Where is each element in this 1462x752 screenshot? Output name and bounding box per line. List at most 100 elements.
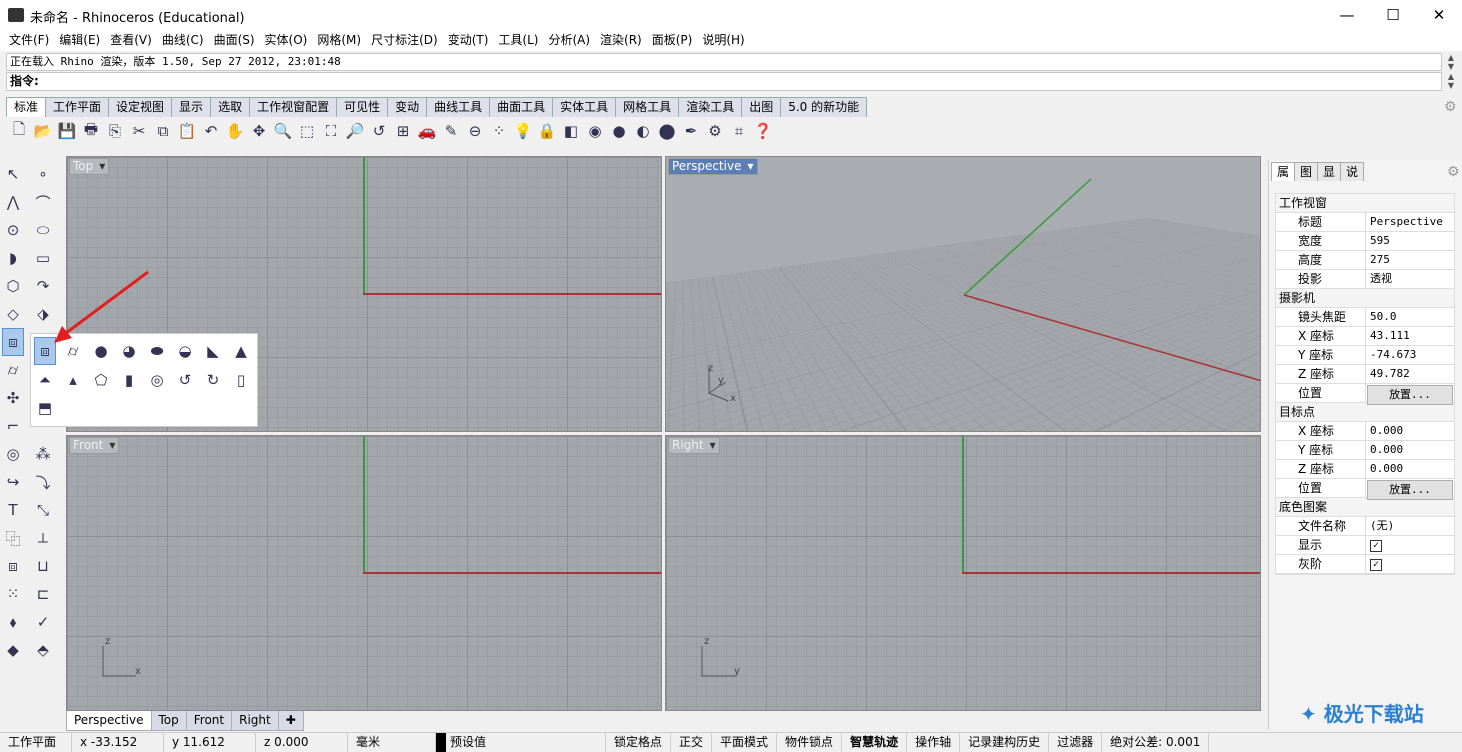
viewport-tab-2[interactable]: Front (185, 711, 233, 731)
scale-icon[interactable]: ⤡ (32, 496, 54, 524)
menu-item[interactable]: 网格(M) (312, 30, 366, 51)
dimension-icon[interactable]: ⟂ (32, 524, 54, 552)
check-icon[interactable]: ✓ (32, 608, 54, 636)
truncated-cone-icon[interactable]: ⏶ (34, 366, 56, 394)
text-icon[interactable]: T (2, 496, 24, 524)
checkbox[interactable]: ✓ (1370, 540, 1382, 552)
menu-item[interactable]: 编辑(E) (54, 30, 105, 51)
menu-item[interactable]: 文件(F) (4, 30, 54, 51)
viewport-perspective[interactable]: Perspective ▾ z y x (665, 156, 1261, 432)
panel-tab-3[interactable]: 说 (1340, 162, 1365, 181)
panel-tab-2[interactable]: 显 (1317, 162, 1342, 181)
menu-item[interactable]: 查看(V) (105, 30, 157, 51)
status-14[interactable]: 绝对公差: 0.001 (1102, 733, 1210, 752)
group-icon[interactable]: ⿻ (2, 524, 24, 552)
torus-icon[interactable]: ◎ (146, 366, 168, 394)
viewport-tab-1[interactable]: Top (150, 711, 187, 731)
status-11[interactable]: 操作轴 (907, 733, 961, 752)
viewport-title[interactable]: Right ▾ (668, 437, 720, 454)
place-button[interactable]: 放置... (1367, 480, 1453, 500)
command-scrollbar[interactable]: ▲ ▼ (1444, 53, 1458, 71)
ellipse-icon[interactable]: ⬭ (32, 216, 54, 244)
explode-icon[interactable]: ⁂ (32, 440, 54, 468)
tube-icon[interactable]: ▮ (118, 366, 140, 394)
status-3[interactable]: z 0.000 (256, 733, 348, 752)
gear-icon[interactable]: ⚙ (1444, 99, 1457, 115)
print-icon[interactable]: 🖶 (80, 118, 102, 144)
tab-6[interactable]: 可见性 (336, 97, 389, 117)
help-icon[interactable]: ❓ (752, 118, 774, 144)
material-icon[interactable]: ⬘ (32, 636, 54, 664)
copy-icon[interactable]: ⧉ (152, 118, 174, 144)
minimize-button[interactable]: — (1324, 0, 1370, 30)
tool-icon[interactable]: ✎ (440, 118, 462, 144)
viewport-tab-0[interactable]: Perspective (66, 711, 152, 731)
surface-icon[interactable]: ◇ (2, 300, 24, 328)
close-button[interactable]: ✕ (1416, 0, 1462, 30)
pipe-icon[interactable]: ↺ (174, 366, 196, 394)
status-9[interactable]: 物件锁点 (777, 733, 843, 752)
tab-14[interactable]: 5.0 的新功能 (780, 97, 868, 117)
status-13[interactable]: 过滤器 (1049, 733, 1103, 752)
cone-icon[interactable]: ▲ (230, 337, 252, 365)
viewport-tab-4[interactable]: ✚ (277, 711, 304, 731)
tab-3[interactable]: 显示 (171, 97, 212, 117)
tab-1[interactable]: 工作平面 (45, 97, 110, 117)
polyline-icon[interactable]: ⋀ (2, 188, 24, 216)
status-7[interactable]: 正交 (671, 733, 713, 752)
viewport-title[interactable]: Top ▾ (69, 158, 110, 175)
status-4[interactable]: 毫米 (348, 733, 436, 752)
polygon-icon[interactable]: ⬡ (2, 272, 24, 300)
menu-item[interactable]: 曲线(C) (157, 30, 209, 51)
tab-13[interactable]: 出图 (741, 97, 782, 117)
panel-tab-1[interactable]: 图 (1294, 162, 1319, 181)
array-icon[interactable]: ⁙ (2, 580, 24, 608)
menu-item[interactable]: 分析(A) (543, 30, 595, 51)
status-12[interactable]: 记录建构历史 (960, 733, 1050, 752)
undo-icon[interactable]: ↶ (200, 118, 222, 144)
open-icon[interactable]: 📂 (32, 118, 54, 144)
select-icon[interactable]: ↖ (2, 160, 24, 188)
render-icon[interactable]: ⬤ (656, 118, 678, 144)
zoom-extents-icon[interactable]: ⛶ (320, 118, 342, 144)
cut-icon[interactable]: ✂ (128, 118, 150, 144)
menu-item[interactable]: 实体(O) (260, 30, 313, 51)
paraboloid-icon[interactable]: ◣ (202, 337, 224, 365)
truncated-pyramid-icon[interactable]: ⬠ (90, 366, 112, 394)
command-input[interactable]: 指令: (6, 72, 1442, 91)
status-5[interactable]: 预设值 (436, 733, 606, 752)
status-1[interactable]: x -33.152 (72, 733, 164, 752)
status-8[interactable]: 平面模式 (712, 733, 778, 752)
maximize-button[interactable]: ☐ (1370, 0, 1416, 30)
torus-ellipse-icon[interactable]: ◒ (174, 337, 196, 365)
zoom-icon[interactable]: 🔍 (272, 118, 294, 144)
status-0[interactable]: 工作平面 (0, 733, 72, 752)
status-10[interactable]: 智慧轨迹 (842, 733, 908, 752)
viewport-right[interactable]: Right ▾ z y (665, 435, 1261, 711)
box-icon[interactable]: ⧈ (2, 328, 24, 356)
curve-icon[interactable]: ⌒ (32, 188, 54, 216)
gear-icon[interactable]: ⚙ (1447, 164, 1460, 180)
cylinder-icon[interactable]: ⌭ (2, 356, 24, 384)
tab-10[interactable]: 实体工具 (552, 97, 617, 117)
boolean-icon[interactable]: ◎ (2, 440, 24, 468)
status-2[interactable]: y 11.612 (164, 733, 256, 752)
tab-9[interactable]: 曲面工具 (489, 97, 554, 117)
viewport-title[interactable]: Perspective ▾ (668, 158, 758, 175)
menu-item[interactable]: 曲面(S) (209, 30, 260, 51)
paste-icon[interactable]: 📋 (176, 118, 198, 144)
menu-item[interactable]: 面板(P) (647, 30, 698, 51)
tab-2[interactable]: 设定视图 (108, 97, 173, 117)
tab-5[interactable]: 工作视窗配置 (249, 97, 338, 117)
pen-icon[interactable]: ✒ (680, 118, 702, 144)
command-scroll-arrows[interactable]: ▲ ▼ (1444, 72, 1458, 90)
menu-item[interactable]: 渲染(R) (595, 30, 647, 51)
arc-icon[interactable]: ◗ (2, 244, 24, 272)
color-wheel-icon[interactable]: ◉ (584, 118, 606, 144)
property-value[interactable]: 透视 (1366, 270, 1454, 288)
tab-0[interactable]: 标准 (6, 97, 47, 117)
viewport-front[interactable]: Front ▾ z x (66, 435, 662, 711)
dim-linear-icon[interactable]: ⊔ (32, 552, 54, 580)
zoom-window-icon[interactable]: ⬚ (296, 118, 318, 144)
viewport-title[interactable]: Front ▾ (69, 437, 120, 454)
